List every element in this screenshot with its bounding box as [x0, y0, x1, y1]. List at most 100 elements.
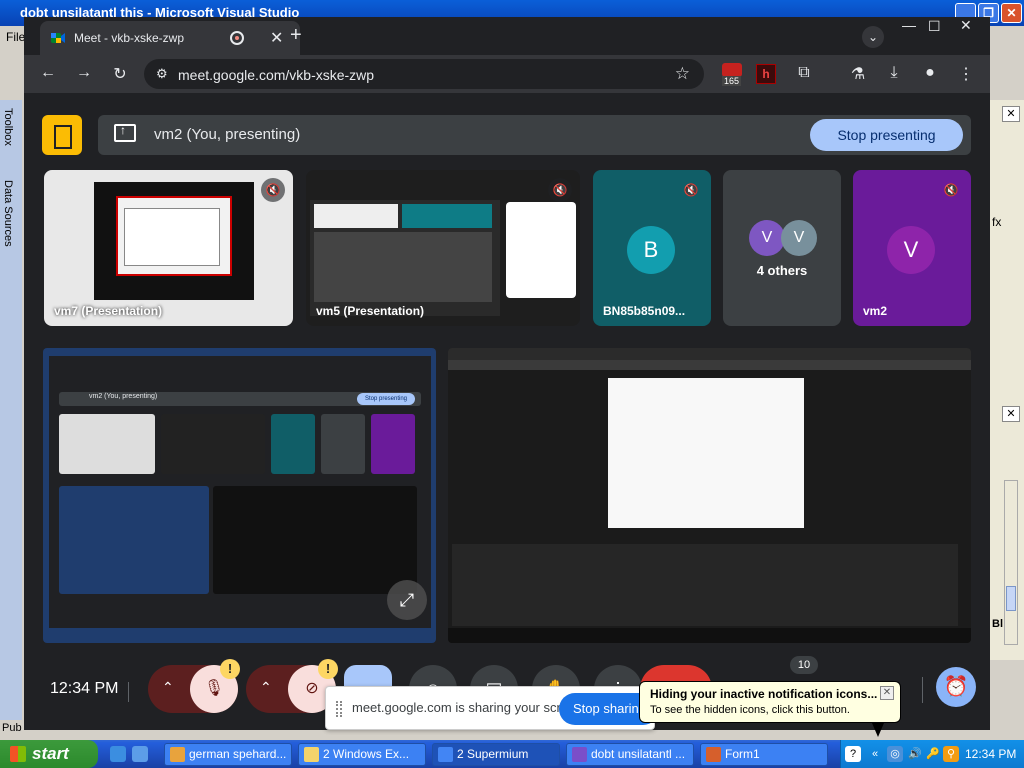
extension-badge[interactable]: 165 — [722, 63, 744, 87]
vs-bl-label: Bl — [992, 618, 1003, 630]
flask-icon[interactable]: ⚗ — [848, 64, 868, 84]
mic-off-icon: 🔇 — [261, 178, 285, 202]
folder-icon — [304, 747, 319, 762]
mic-off-icon: 🔇 — [943, 183, 959, 197]
close-icon[interactable]: ✕ — [1001, 3, 1022, 23]
divider — [922, 677, 923, 703]
meeting-time: 12:34 PM — [50, 680, 119, 697]
toolbox-tab[interactable]: Toolbox — [2, 108, 14, 146]
minimize-icon[interactable]: — — [902, 17, 916, 33]
extension-icon — [722, 63, 742, 77]
profile-icon[interactable]: ● — [920, 64, 940, 82]
menu-dots-icon[interactable]: ⋮ — [956, 64, 976, 84]
data-sources-tab[interactable]: Data Sources — [2, 180, 14, 247]
chevron-up-icon[interactable]: ⌃ — [162, 679, 174, 696]
avatar: B — [627, 226, 675, 274]
presentation-vm5-screen[interactable] — [448, 348, 971, 643]
back-arrow-icon[interactable]: ← — [38, 64, 58, 82]
scroll-thumb[interactable] — [1006, 586, 1016, 611]
warning-icon: ! — [318, 659, 338, 679]
meet-content: vm2 (You, presenting) Stop presenting 🔇 … — [24, 93, 990, 730]
avatar: V — [887, 226, 935, 274]
taskbar-item[interactable]: 2 Supermium — [432, 743, 560, 766]
search-icon[interactable]: ⚲ — [943, 746, 959, 762]
taskbar-item[interactable]: dobt unsilatantl ... — [566, 743, 694, 766]
explorer-icon[interactable] — [132, 746, 148, 762]
nested-meet-view: vm2 (You, presenting) Stop presenting — [49, 356, 431, 628]
screen-preview — [94, 182, 254, 300]
participant-tile-vm5[interactable]: 🔇 vm5 (Presentation) — [306, 170, 580, 326]
chrome-window: Meet - vkb-xske-zwp ✕ + ⌄ — ☐ ✕ ← → ↻ ⚙ … — [24, 17, 990, 730]
close-icon[interactable]: ✕ — [1002, 106, 1020, 122]
new-tab-button[interactable]: + — [290, 25, 302, 45]
taskbar-item-label: german spehard... — [189, 747, 287, 761]
vs-scrollbar[interactable] — [1004, 480, 1018, 645]
close-icon[interactable]: ✕ — [960, 17, 972, 34]
url-text[interactable]: meet.google.com/vkb-xske-zwp — [178, 67, 374, 83]
nested-presenting-text: vm2 (You, presenting) — [89, 393, 158, 400]
restore-icon[interactable]: ☐ — [928, 18, 941, 35]
chevron-up-icon[interactable]: ⌃ — [260, 679, 272, 696]
expand-icon[interactable]: ⤢ — [387, 580, 427, 620]
taskbar-item[interactable]: german spehard... — [164, 743, 292, 766]
reload-icon[interactable]: ↻ — [110, 64, 130, 84]
taskbar-item-label: dobt unsilatantl ... — [591, 747, 686, 761]
chevron-down-icon[interactable]: ⌄ — [862, 26, 884, 48]
tile-label: vm2 — [863, 304, 888, 318]
close-icon[interactable]: ✕ — [1002, 406, 1020, 422]
taskbar-item-label: Form1 — [725, 747, 760, 761]
taskbar-item-label: 2 Windows Ex... — [323, 747, 410, 761]
balloon-title: Hiding your inactive notification icons.… — [650, 687, 878, 701]
start-button[interactable]: start — [0, 740, 98, 768]
dialog-preview — [506, 202, 576, 298]
browser-icon — [438, 747, 453, 762]
tab-meet[interactable]: Meet - vkb-xske-zwp ✕ — [40, 21, 300, 55]
download-icon[interactable]: ⤓ — [884, 64, 904, 82]
vs-fx-label: fx — [992, 215, 1002, 229]
vs-status-text: Pub — [2, 722, 22, 734]
network-icon[interactable]: ◎ — [887, 746, 903, 762]
taskbar-item-label: 2 Supermium — [457, 747, 529, 761]
address-bar[interactable]: ⚙ meet.google.com/vkb-xske-zwp ☆ — [144, 59, 704, 89]
show-hidden-icons-icon[interactable]: « — [867, 746, 883, 762]
participant-tile-vm7[interactable]: 🔇 vm7 (Presentation) — [44, 170, 293, 326]
participant-tile-bn85[interactable]: 🔇 B BN85b85n09... — [593, 170, 711, 326]
ie-icon[interactable] — [110, 746, 126, 762]
form-icon — [706, 747, 721, 762]
present-screen-icon — [114, 123, 136, 142]
participant-tile-vm2[interactable]: 🔇 V vm2 — [853, 170, 971, 326]
security-icon[interactable]: 🔑 — [925, 746, 941, 762]
recording-icon — [230, 31, 244, 45]
mic-off-icon: 🔇 — [548, 178, 572, 202]
drag-handle-icon[interactable] — [336, 701, 342, 717]
warning-icon: ! — [220, 659, 240, 679]
system-tray: ? « ◎ 🔊 🔑 ⚲ 12:34 PM — [840, 740, 1024, 768]
close-icon[interactable]: ✕ — [880, 686, 894, 700]
help-icon[interactable]: ? — [845, 746, 861, 762]
tile-label: vm5 (Presentation) — [316, 304, 425, 318]
others-count-label: 4 others — [756, 263, 808, 278]
close-icon[interactable]: ✕ — [270, 28, 283, 48]
participant-tile-others[interactable]: V V 4 others — [723, 170, 841, 326]
tray-balloon-tooltip[interactable]: Hiding your inactive notification icons.… — [639, 681, 901, 737]
volume-icon[interactable]: 🔊 — [907, 746, 923, 762]
presentation-self-view[interactable]: vm2 (You, presenting) Stop presenting ⤢ — [43, 348, 436, 643]
tab-title: Meet - vkb-xske-zwp — [74, 31, 185, 45]
puzzle-icon[interactable]: ⧉ — [794, 64, 814, 82]
avatar: V — [749, 220, 785, 256]
activities-clock-icon[interactable]: ⏰ — [936, 667, 976, 707]
forward-arrow-icon[interactable]: → — [74, 64, 94, 82]
visual-studio-icon — [572, 747, 587, 762]
star-icon[interactable]: ☆ — [675, 64, 690, 84]
avatar: V — [781, 220, 817, 256]
presenting-bar: vm2 (You, presenting) Stop presenting — [98, 115, 971, 155]
start-label: start — [32, 744, 69, 763]
taskbar-item[interactable]: 2 Windows Ex... — [298, 743, 426, 766]
extension-red-icon[interactable]: h — [756, 64, 776, 84]
taskbar-item[interactable]: Form1 — [700, 743, 828, 766]
presenting-text: vm2 (You, presenting) — [154, 126, 301, 143]
site-info-icon[interactable]: ⚙ — [156, 66, 168, 82]
balloon-body: To see the hidden icons, click this butt… — [650, 704, 850, 716]
windows-taskbar: start german spehard... 2 Windows Ex... … — [0, 740, 1024, 768]
stop-presenting-button[interactable]: Stop presenting — [810, 119, 963, 151]
